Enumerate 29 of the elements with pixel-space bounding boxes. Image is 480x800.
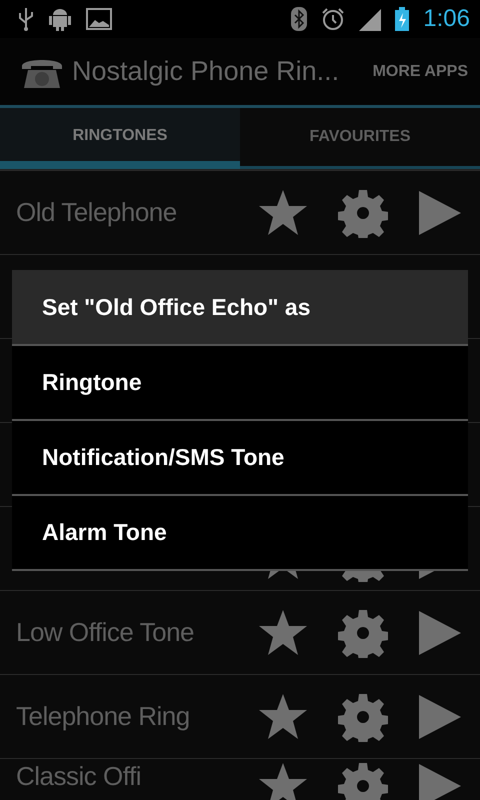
settings-icon[interactable] bbox=[338, 188, 388, 238]
usb-icon bbox=[18, 7, 34, 31]
bluetooth-icon bbox=[291, 7, 308, 31]
battery-icon bbox=[395, 7, 410, 31]
dialog-title: Set "Old Office Echo" as bbox=[12, 270, 468, 344]
settings-icon[interactable] bbox=[338, 692, 388, 742]
tab[interactable]: RINGTONES bbox=[0, 108, 240, 169]
play-icon[interactable] bbox=[418, 763, 462, 800]
app-title: Nostalgic Phone Rin... bbox=[72, 56, 340, 87]
star-icon[interactable] bbox=[258, 608, 308, 656]
robot-icon bbox=[48, 6, 72, 32]
image-icon bbox=[86, 8, 112, 30]
star-icon[interactable] bbox=[258, 762, 308, 800]
ringtone-name[interactable]: Classic Offi bbox=[16, 761, 258, 792]
star-icon[interactable] bbox=[258, 692, 308, 740]
ringtone-name[interactable]: Telephone Ring bbox=[16, 701, 258, 732]
settings-icon[interactable] bbox=[338, 608, 388, 658]
signal-icon bbox=[359, 7, 382, 31]
play-icon[interactable] bbox=[418, 610, 462, 656]
settings-icon[interactable] bbox=[338, 761, 388, 800]
ringtone-name[interactable]: Low Office Tone bbox=[16, 617, 258, 648]
star-icon[interactable] bbox=[258, 188, 308, 236]
tab[interactable]: FAVOURITES bbox=[240, 108, 480, 169]
ringtone-name[interactable]: Old Telephone bbox=[16, 197, 258, 228]
alarm-icon bbox=[321, 7, 346, 31]
play-icon[interactable] bbox=[418, 190, 462, 236]
play-icon[interactable] bbox=[418, 694, 462, 740]
clock-time: 1:06 bbox=[423, 5, 470, 33]
more-apps-button[interactable]: MORE APPS bbox=[372, 62, 468, 80]
